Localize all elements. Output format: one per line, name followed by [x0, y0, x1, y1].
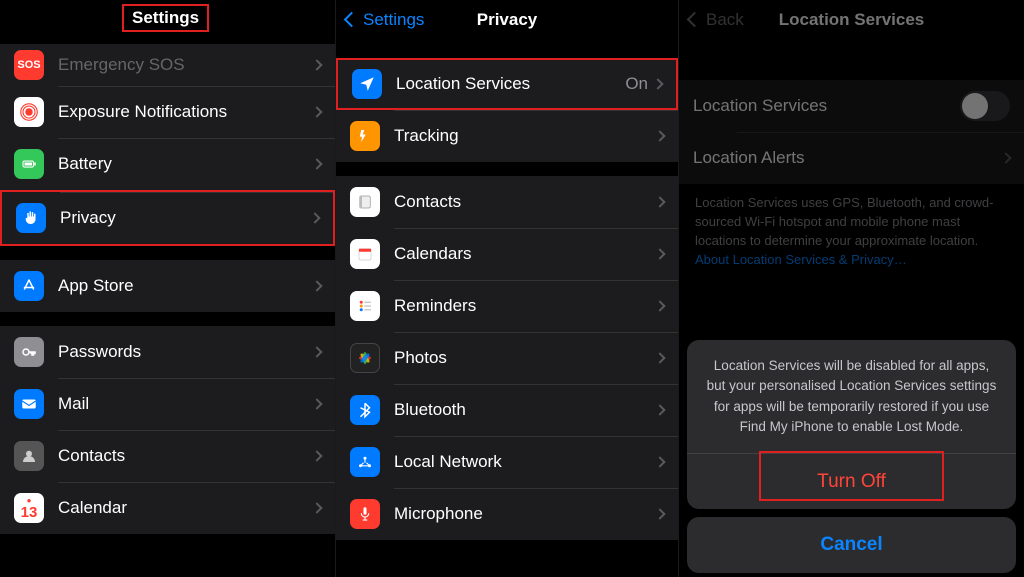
row-label: Mail — [58, 394, 313, 414]
privacy-row-location-services[interactable]: Location Services On — [336, 58, 678, 110]
chevron-left-icon — [346, 10, 361, 30]
settings-row-exposure[interactable]: Exposure Notifications — [0, 86, 335, 138]
cancel-label: Cancel — [820, 534, 882, 556]
row-label: Bluetooth — [394, 400, 656, 420]
privacy-hand-icon — [16, 203, 46, 233]
sheet-message: Location Services will be disabled for a… — [687, 340, 1016, 453]
row-label: Location Services — [396, 74, 625, 94]
chevron-right-icon — [652, 78, 663, 89]
row-label: Calendar — [58, 498, 313, 518]
settings-row-contacts[interactable]: Contacts — [0, 430, 335, 482]
privacy-row-bluetooth[interactable]: Bluetooth — [336, 384, 678, 436]
privacy-row-microphone[interactable]: Microphone — [336, 488, 678, 540]
row-label: App Store — [58, 276, 313, 296]
settings-row-mail[interactable]: Mail — [0, 378, 335, 430]
chevron-right-icon — [654, 404, 665, 415]
row-label: Passwords — [58, 342, 313, 362]
settings-row-passwords[interactable]: Passwords — [0, 326, 335, 378]
chevron-right-icon — [311, 280, 322, 291]
privacy-row-calendars[interactable]: Calendars — [336, 228, 678, 280]
chevron-right-icon — [311, 450, 322, 461]
row-label: Tracking — [394, 126, 656, 146]
microphone-icon — [350, 499, 380, 529]
turn-off-button[interactable]: Turn Off — [687, 453, 1016, 509]
row-label: Calendars — [394, 244, 656, 264]
chevron-right-icon — [311, 59, 322, 70]
chevron-right-icon — [311, 106, 322, 117]
row-label: Contacts — [394, 192, 656, 212]
calendar-icon: ●13 — [14, 493, 44, 523]
chevron-right-icon — [654, 196, 665, 207]
settings-row-calendar[interactable]: ●13 Calendar — [0, 482, 335, 534]
cancel-button[interactable]: Cancel — [687, 517, 1016, 573]
chevron-right-icon — [654, 300, 665, 311]
back-button[interactable]: Settings — [346, 10, 424, 30]
row-label: Contacts — [58, 446, 313, 466]
action-sheet: Location Services will be disabled for a… — [687, 340, 1016, 573]
sos-icon: SOS — [14, 50, 44, 80]
row-label: Microphone — [394, 504, 656, 524]
title-text: Settings — [132, 8, 199, 27]
row-label: Battery — [58, 154, 313, 174]
chevron-right-icon — [309, 212, 320, 223]
chevron-right-icon — [311, 346, 322, 357]
location-arrow-icon — [352, 69, 382, 99]
photos-icon — [350, 343, 380, 373]
network-icon — [350, 447, 380, 477]
privacy-row-reminders[interactable]: Reminders — [336, 280, 678, 332]
chevron-right-icon — [654, 248, 665, 259]
app-store-icon — [14, 271, 44, 301]
privacy-row-contacts[interactable]: Contacts — [336, 176, 678, 228]
battery-icon — [14, 149, 44, 179]
chevron-right-icon — [654, 352, 665, 363]
privacy-row-tracking[interactable]: Tracking — [336, 110, 678, 162]
back-label: Settings — [363, 10, 424, 30]
chevron-right-icon — [654, 130, 665, 141]
chevron-right-icon — [311, 502, 322, 513]
chevron-right-icon — [654, 508, 665, 519]
row-label: Privacy — [60, 208, 311, 228]
settings-row-app-store[interactable]: App Store — [0, 260, 335, 312]
key-icon — [14, 337, 44, 367]
row-status: On — [625, 74, 648, 94]
settings-header: Settings — [0, 0, 335, 40]
mail-icon — [14, 389, 44, 419]
row-label: Reminders — [394, 296, 656, 316]
settings-row-battery[interactable]: Battery — [0, 138, 335, 190]
bluetooth-icon — [350, 395, 380, 425]
calendar-icon — [350, 239, 380, 269]
privacy-row-photos[interactable]: Photos — [336, 332, 678, 384]
page-title: Privacy — [477, 10, 538, 30]
chevron-right-icon — [311, 158, 322, 169]
chevron-right-icon — [311, 398, 322, 409]
row-label: Local Network — [394, 452, 656, 472]
page-title: Settings — [122, 4, 209, 32]
settings-row-emergency-sos[interactable]: SOS Emergency SOS — [0, 44, 335, 86]
tracking-icon — [350, 121, 380, 151]
turn-off-label: Turn Off — [817, 471, 886, 493]
exposure-icon — [14, 97, 44, 127]
row-label: Photos — [394, 348, 656, 368]
contacts-icon — [14, 441, 44, 471]
privacy-row-local-network[interactable]: Local Network — [336, 436, 678, 488]
reminders-icon — [350, 291, 380, 321]
settings-row-privacy[interactable]: Privacy — [0, 190, 335, 246]
contacts-icon — [350, 187, 380, 217]
row-label: Exposure Notifications — [58, 102, 313, 122]
row-label: Emergency SOS — [58, 55, 313, 75]
privacy-header: Settings Privacy — [336, 0, 678, 40]
chevron-right-icon — [654, 456, 665, 467]
